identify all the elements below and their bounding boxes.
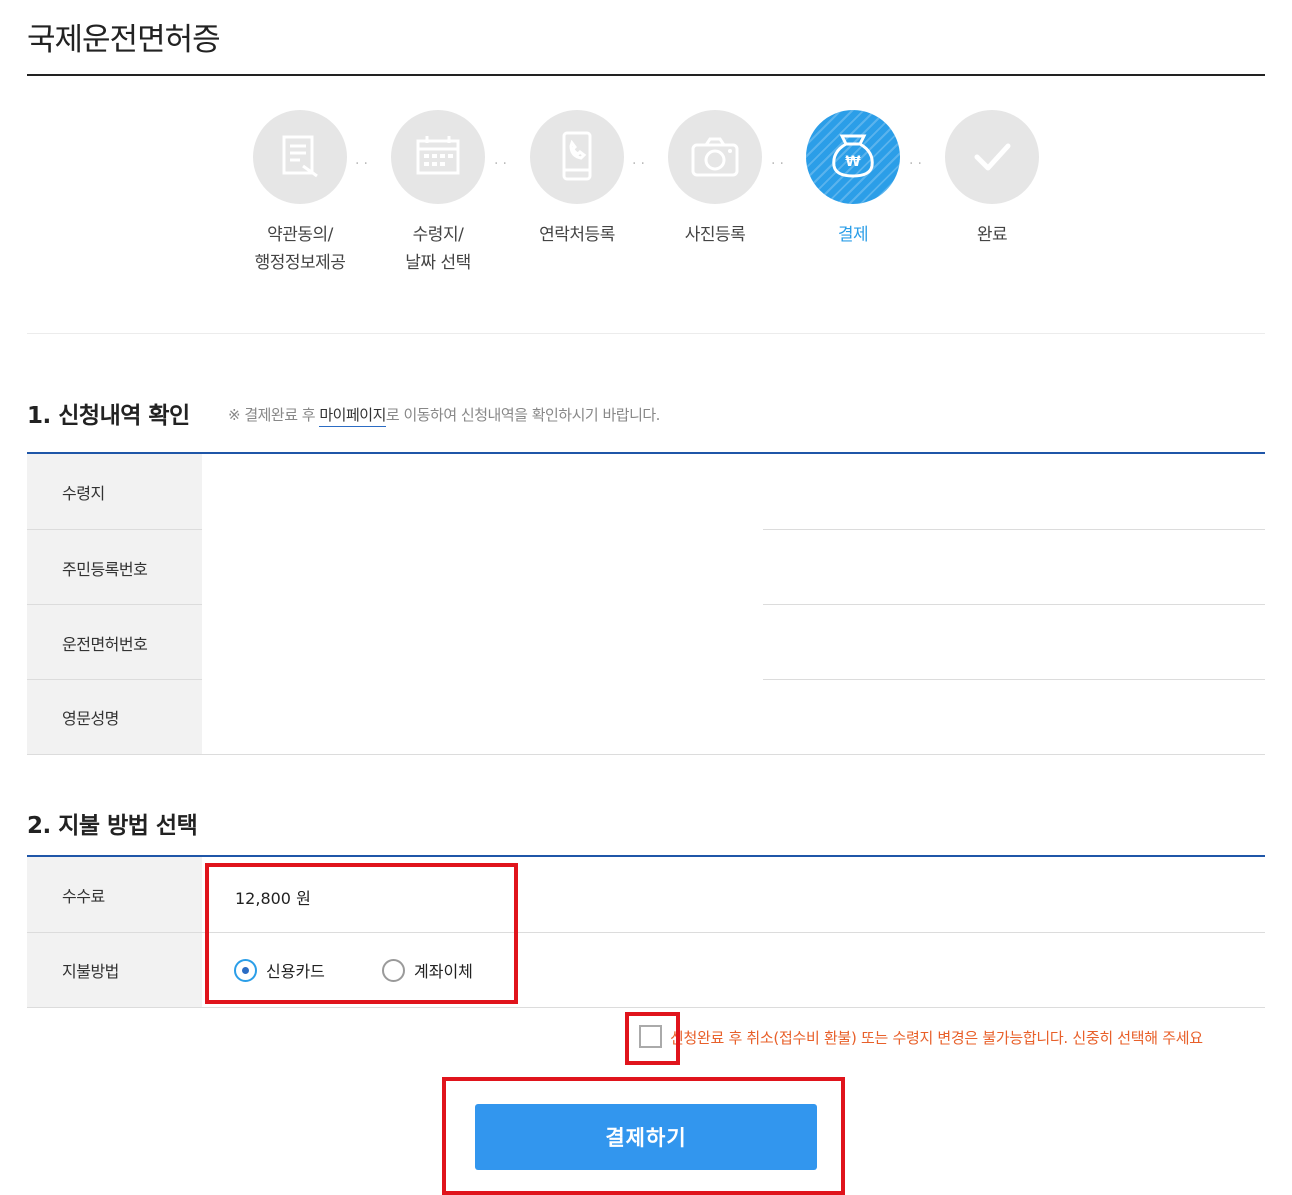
section-title-payment: 2. 지불 방법 선택: [27, 813, 198, 839]
step-label: 완료: [976, 225, 1008, 245]
step-place-date: 수령지/ 날짜 선택: [368, 110, 508, 277]
fee-label: 수수료: [27, 857, 202, 932]
row-label: 운전면허번호: [27, 605, 202, 680]
note-prefix: ※ 결제완료 후: [228, 406, 320, 424]
row-label: 영문성명: [27, 680, 202, 754]
svg-text:₩: ₩: [845, 154, 861, 170]
page-title: 국제운전면허증: [27, 22, 221, 58]
table-row: 영문성명: [27, 680, 1265, 754]
calendar-icon: [391, 110, 485, 204]
check-icon: [945, 110, 1039, 204]
step-contact: 연락처등록: [507, 110, 647, 249]
row-label: 주민등록번호: [27, 530, 202, 605]
row-value: [202, 454, 1265, 529]
row-value: [202, 680, 1265, 754]
section-note: ※ 결제완료 후 마이페이지로 이동하여 신청내역을 확인하시기 바랍니다.: [228, 404, 661, 427]
won-bag-icon: ₩: [806, 110, 900, 204]
phone-icon: [530, 110, 624, 204]
camera-icon: [668, 110, 762, 204]
step-label: 수령지/ 날짜 선택: [405, 225, 471, 273]
row-value: [202, 530, 1265, 605]
agreement-warning-text: 신청완료 후 취소(접수비 환불) 또는 수령지 변경은 불가능합니다. 신중히…: [670, 1029, 1203, 1047]
step-complete: 완료: [922, 110, 1062, 249]
highlight-box-payment: [205, 863, 518, 1004]
highlight-box-checkbox: [625, 1012, 680, 1065]
table-row: 운전면허번호: [27, 605, 1265, 680]
step-label: 약관동의/ 행정정보제공: [254, 225, 346, 273]
step-terms: 약관동의/ 행정정보제공: [230, 110, 370, 277]
step-label: 사진등록: [684, 225, 746, 245]
step-label: 연락처등록: [539, 225, 615, 245]
step-payment: ₩ 결제: [783, 110, 923, 249]
table-bottom-rule: [27, 754, 1265, 755]
table-row: 주민등록번호: [27, 530, 1265, 605]
highlight-box-pay-button: [442, 1077, 845, 1195]
row-value: [202, 605, 1265, 680]
step-photo: 사진등록: [645, 110, 785, 249]
table-bottom-rule: [27, 1007, 1265, 1008]
payment-method-label: 지불방법: [27, 933, 202, 1007]
step-label: 결제: [837, 225, 869, 245]
progress-steps: 약관동의/ 행정정보제공 ·· 수령지/ 날짜 선택 ·· 연락처등록 ·· 사…: [0, 110, 1292, 290]
section-title-application: 1. 신청내역 확인: [27, 403, 190, 429]
title-divider: [27, 74, 1265, 76]
row-label: 수령지: [27, 454, 202, 529]
note-suffix: 로 이동하여 신청내역을 확인하시기 바랍니다.: [385, 406, 661, 424]
mypage-link[interactable]: 마이페이지: [319, 406, 386, 427]
table-row: 수령지: [27, 454, 1265, 529]
divider: [27, 333, 1265, 334]
document-icon: [253, 110, 347, 204]
